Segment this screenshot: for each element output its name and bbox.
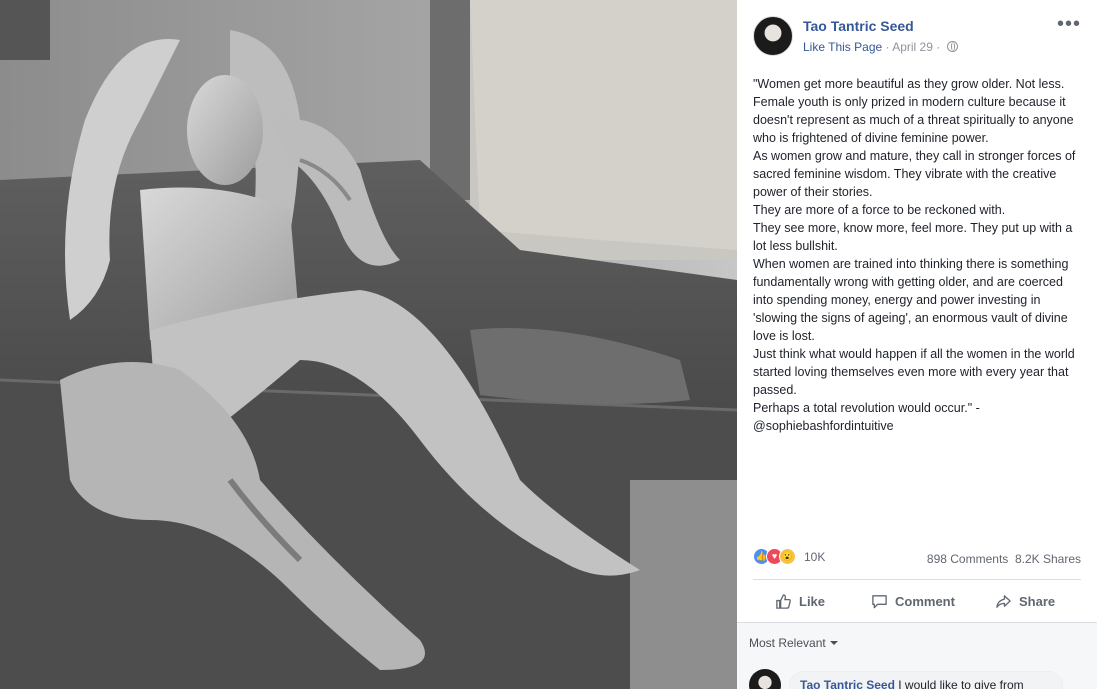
post-text-line: They are more of a force to be reckoned … xyxy=(753,203,1006,217)
like-button[interactable]: Like xyxy=(775,588,825,614)
post-text-line: When women are trained into thinking the… xyxy=(753,257,1069,343)
comment-avatar[interactable] xyxy=(749,669,781,689)
reactions-summary: 👍 ♥ 😮 10K 898 Comments 8.2K Shares xyxy=(753,548,1081,568)
post-meta: Like This Page · April 29 · xyxy=(803,40,958,54)
divider xyxy=(753,579,1081,580)
post-side-panel: Tao Tantric Seed Like This Page · April … xyxy=(737,0,1097,689)
comment-icon xyxy=(872,594,887,608)
post-text-line: As women grow and mature, they call in s… xyxy=(753,149,1076,199)
comment-sort-dropdown[interactable]: Most Relevant xyxy=(749,636,838,650)
post-text-line: "Women get more beautiful as they grow o… xyxy=(753,77,1065,91)
post-text-line: Just think what would happen if all the … xyxy=(753,347,1075,397)
chevron-down-icon xyxy=(829,641,838,645)
post-body: "Women get more beautiful as they grow o… xyxy=(753,75,1081,435)
post-photo[interactable] xyxy=(0,0,737,689)
photo-illustration xyxy=(0,0,737,689)
post-actions: Like Comment Share xyxy=(753,588,1081,614)
comments-section: Most Relevant Tao Tantric Seed I would l… xyxy=(737,622,1097,689)
post-date[interactable]: April 29 xyxy=(892,40,933,54)
post-text-line: They see more, know more, feel more. The… xyxy=(753,221,1073,253)
like-label: Like xyxy=(799,593,826,609)
comment-sort-label: Most Relevant xyxy=(749,636,826,650)
comment-label: Comment xyxy=(895,593,955,609)
post-text-mention[interactable]: @sophiebashfordintuitive xyxy=(753,417,1081,435)
like-page-link[interactable]: Like This Page xyxy=(803,40,882,54)
share-icon xyxy=(996,594,1011,608)
post-text-line: Perhaps a total revolution would occur."… xyxy=(753,401,980,415)
meta-separator: · xyxy=(882,40,893,54)
reactions-count[interactable]: 10K xyxy=(804,550,825,564)
page-avatar[interactable] xyxy=(753,16,793,56)
page-name-link[interactable]: Tao Tantric Seed xyxy=(803,18,914,34)
post-header: Tao Tantric Seed Like This Page · April … xyxy=(753,14,1081,56)
thumbs-up-icon xyxy=(776,593,791,609)
comment-author-link[interactable]: Tao Tantric Seed xyxy=(800,678,895,689)
shares-count[interactable]: 8.2K Shares xyxy=(1015,552,1081,566)
comment-button[interactable]: Comment xyxy=(871,588,955,614)
post-text-line: Female youth is only prized in modern cu… xyxy=(753,95,1074,145)
globe-icon xyxy=(946,41,958,52)
comment-bubble: Tao Tantric Seed I would like to give fr… xyxy=(789,671,1063,689)
share-button[interactable]: Share xyxy=(995,588,1055,614)
meta-separator-2: · xyxy=(932,40,944,54)
comment-text: I would like to give from xyxy=(894,678,1024,689)
more-options-icon[interactable]: ••• xyxy=(1057,14,1081,34)
comments-count[interactable]: 898 Comments xyxy=(927,552,1008,566)
share-label: Share xyxy=(1019,593,1056,609)
wow-reaction-icon: 😮 xyxy=(779,548,796,565)
comments-shares-count: 898 Comments 8.2K Shares xyxy=(927,552,1081,566)
